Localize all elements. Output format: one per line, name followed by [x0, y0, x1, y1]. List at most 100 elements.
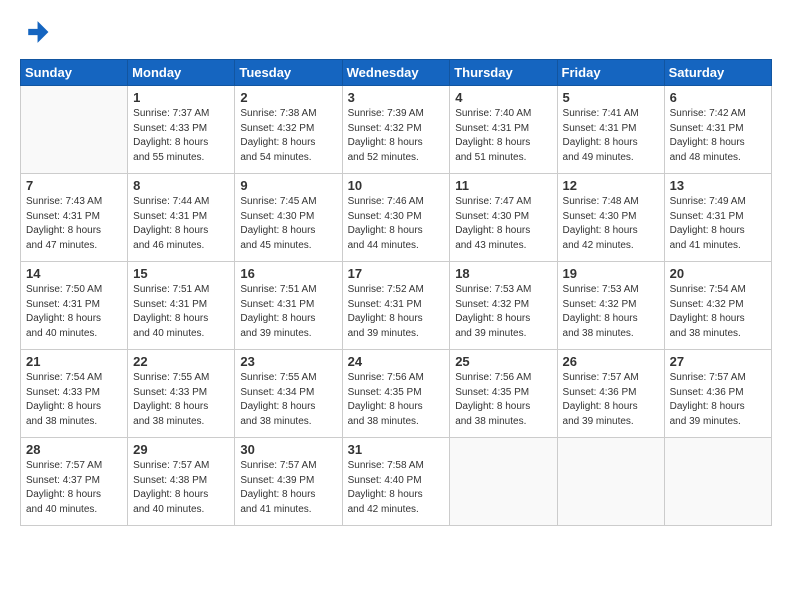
- calendar-cell: 12 Sunrise: 7:48 AM Sunset: 4:30 PM Dayli…: [557, 174, 664, 262]
- calendar-cell: [557, 438, 664, 526]
- day-info: Sunrise: 7:57 AM Sunset: 4:39 PM Dayligh…: [240, 459, 336, 517]
- calendar-cell: 15 Sunrise: 7:51 AM Sunset: 4:31 PM Dayli…: [128, 262, 235, 350]
- day-info: Sunrise: 7:57 AM Sunset: 4:37 PM Dayligh…: [26, 459, 122, 517]
- day-number: 24: [348, 354, 445, 369]
- day-number: 23: [240, 354, 336, 369]
- day-info: Sunrise: 7:38 AM Sunset: 4:32 PM Dayligh…: [240, 107, 336, 165]
- day-info: Sunrise: 7:37 AM Sunset: 4:33 PM Dayligh…: [133, 107, 229, 165]
- day-info: Sunrise: 7:57 AM Sunset: 4:38 PM Dayligh…: [133, 459, 229, 517]
- calendar-cell: 6 Sunrise: 7:42 AM Sunset: 4:31 PM Daylig…: [664, 86, 771, 174]
- calendar-week-0: 1Sunrise: 7:37 AM Sunset: 4:33 PM Daylig…: [21, 86, 772, 174]
- day-info: Sunrise: 7:56 AM Sunset: 4:35 PM Dayligh…: [348, 371, 445, 429]
- day-number: 25: [455, 354, 551, 369]
- day-info: Sunrise: 7:50 AM Sunset: 4:31 PM Dayligh…: [26, 283, 122, 341]
- weekday-header-thursday: Thursday: [450, 60, 557, 86]
- day-info: Sunrise: 7:51 AM Sunset: 4:31 PM Dayligh…: [240, 283, 336, 341]
- day-info: Sunrise: 7:55 AM Sunset: 4:33 PM Dayligh…: [133, 371, 229, 429]
- day-number: 6: [670, 90, 766, 105]
- calendar-week-2: 14 Sunrise: 7:50 AM Sunset: 4:31 PM Dayli…: [21, 262, 772, 350]
- day-number: 20: [670, 266, 766, 281]
- day-number: 15: [133, 266, 229, 281]
- calendar-cell: [664, 438, 771, 526]
- day-info: Sunrise: 7:44 AM Sunset: 4:31 PM Dayligh…: [133, 195, 229, 253]
- day-info: Sunrise: 7:49 AM Sunset: 4:31 PM Dayligh…: [670, 195, 766, 253]
- day-info: Sunrise: 7:43 AM Sunset: 4:31 PM Dayligh…: [26, 195, 122, 253]
- day-number: 16: [240, 266, 336, 281]
- day-info: Sunrise: 7:41 AM Sunset: 4:31 PM Dayligh…: [563, 107, 659, 165]
- calendar-cell: 24 Sunrise: 7:56 AM Sunset: 4:35 PM Dayli…: [342, 350, 450, 438]
- weekday-header-friday: Friday: [557, 60, 664, 86]
- calendar-cell: [450, 438, 557, 526]
- calendar-cell: 5 Sunrise: 7:41 AM Sunset: 4:31 PM Daylig…: [557, 86, 664, 174]
- calendar-cell: 8Sunrise: 7:44 AM Sunset: 4:31 PM Daylig…: [128, 174, 235, 262]
- day-info: Sunrise: 7:58 AM Sunset: 4:40 PM Dayligh…: [348, 459, 445, 517]
- calendar-cell: 2 Sunrise: 7:38 AM Sunset: 4:32 PM Daylig…: [235, 86, 342, 174]
- day-number: 3: [348, 90, 445, 105]
- weekday-header-tuesday: Tuesday: [235, 60, 342, 86]
- day-number: 4: [455, 90, 551, 105]
- day-info: Sunrise: 7:57 AM Sunset: 4:36 PM Dayligh…: [563, 371, 659, 429]
- day-info: Sunrise: 7:47 AM Sunset: 4:30 PM Dayligh…: [455, 195, 551, 253]
- calendar-cell: 4 Sunrise: 7:40 AM Sunset: 4:31 PM Daylig…: [450, 86, 557, 174]
- calendar-cell: 11Sunrise: 7:47 AM Sunset: 4:30 PM Dayli…: [450, 174, 557, 262]
- day-info: Sunrise: 7:46 AM Sunset: 4:30 PM Dayligh…: [348, 195, 445, 253]
- weekday-header-sunday: Sunday: [21, 60, 128, 86]
- day-info: Sunrise: 7:39 AM Sunset: 4:32 PM Dayligh…: [348, 107, 445, 165]
- day-number: 29: [133, 442, 229, 457]
- day-info: Sunrise: 7:55 AM Sunset: 4:34 PM Dayligh…: [240, 371, 336, 429]
- calendar-cell: 30 Sunrise: 7:57 AM Sunset: 4:39 PM Dayli…: [235, 438, 342, 526]
- day-number: 12: [563, 178, 659, 193]
- weekday-header-monday: Monday: [128, 60, 235, 86]
- day-info: Sunrise: 7:40 AM Sunset: 4:31 PM Dayligh…: [455, 107, 551, 165]
- weekday-header-saturday: Saturday: [664, 60, 771, 86]
- day-info: Sunrise: 7:51 AM Sunset: 4:31 PM Dayligh…: [133, 283, 229, 341]
- day-number: 22: [133, 354, 229, 369]
- day-number: 5: [563, 90, 659, 105]
- day-number: 19: [563, 266, 659, 281]
- day-info: Sunrise: 7:45 AM Sunset: 4:30 PM Dayligh…: [240, 195, 336, 253]
- day-number: 10: [348, 178, 445, 193]
- day-number: 18: [455, 266, 551, 281]
- calendar-cell: 20 Sunrise: 7:54 AM Sunset: 4:32 PM Dayli…: [664, 262, 771, 350]
- calendar-week-1: 7Sunrise: 7:43 AM Sunset: 4:31 PM Daylig…: [21, 174, 772, 262]
- header: [20, 18, 772, 51]
- calendar-cell: 13 Sunrise: 7:49 AM Sunset: 4:31 PM Dayli…: [664, 174, 771, 262]
- calendar-cell: 26 Sunrise: 7:57 AM Sunset: 4:36 PM Dayli…: [557, 350, 664, 438]
- day-info: Sunrise: 7:56 AM Sunset: 4:35 PM Dayligh…: [455, 371, 551, 429]
- calendar-cell: 9 Sunrise: 7:45 AM Sunset: 4:30 PM Daylig…: [235, 174, 342, 262]
- day-info: Sunrise: 7:53 AM Sunset: 4:32 PM Dayligh…: [563, 283, 659, 341]
- day-info: Sunrise: 7:54 AM Sunset: 4:33 PM Dayligh…: [26, 371, 122, 429]
- day-info: Sunrise: 7:42 AM Sunset: 4:31 PM Dayligh…: [670, 107, 766, 165]
- calendar-cell: 27Sunrise: 7:57 AM Sunset: 4:36 PM Dayli…: [664, 350, 771, 438]
- calendar-week-3: 21Sunrise: 7:54 AM Sunset: 4:33 PM Dayli…: [21, 350, 772, 438]
- calendar-cell: 3 Sunrise: 7:39 AM Sunset: 4:32 PM Daylig…: [342, 86, 450, 174]
- weekday-header-row: SundayMondayTuesdayWednesdayThursdayFrid…: [21, 60, 772, 86]
- day-number: 31: [348, 442, 445, 457]
- day-number: 26: [563, 354, 659, 369]
- day-number: 14: [26, 266, 122, 281]
- calendar-cell: 31 Sunrise: 7:58 AM Sunset: 4:40 PM Dayli…: [342, 438, 450, 526]
- day-number: 17: [348, 266, 445, 281]
- calendar-table: SundayMondayTuesdayWednesdayThursdayFrid…: [20, 59, 772, 526]
- day-info: Sunrise: 7:53 AM Sunset: 4:32 PM Dayligh…: [455, 283, 551, 341]
- calendar-cell: 25 Sunrise: 7:56 AM Sunset: 4:35 PM Dayli…: [450, 350, 557, 438]
- calendar-cell: 1Sunrise: 7:37 AM Sunset: 4:33 PM Daylig…: [128, 86, 235, 174]
- calendar-cell: [21, 86, 128, 174]
- day-info: Sunrise: 7:54 AM Sunset: 4:32 PM Dayligh…: [670, 283, 766, 341]
- calendar-cell: 21Sunrise: 7:54 AM Sunset: 4:33 PM Dayli…: [21, 350, 128, 438]
- logo-icon: [22, 18, 50, 46]
- calendar-cell: 22 Sunrise: 7:55 AM Sunset: 4:33 PM Dayli…: [128, 350, 235, 438]
- day-info: Sunrise: 7:48 AM Sunset: 4:30 PM Dayligh…: [563, 195, 659, 253]
- day-number: 30: [240, 442, 336, 457]
- page-container: SundayMondayTuesdayWednesdayThursdayFrid…: [0, 0, 792, 536]
- calendar-cell: 18 Sunrise: 7:53 AM Sunset: 4:32 PM Dayli…: [450, 262, 557, 350]
- day-number: 13: [670, 178, 766, 193]
- day-number: 28: [26, 442, 122, 457]
- calendar-cell: 16 Sunrise: 7:51 AM Sunset: 4:31 PM Dayli…: [235, 262, 342, 350]
- day-info: Sunrise: 7:52 AM Sunset: 4:31 PM Dayligh…: [348, 283, 445, 341]
- calendar-cell: 7Sunrise: 7:43 AM Sunset: 4:31 PM Daylig…: [21, 174, 128, 262]
- calendar-cell: 14 Sunrise: 7:50 AM Sunset: 4:31 PM Dayli…: [21, 262, 128, 350]
- day-info: Sunrise: 7:57 AM Sunset: 4:36 PM Dayligh…: [670, 371, 766, 429]
- day-number: 9: [240, 178, 336, 193]
- day-number: 2: [240, 90, 336, 105]
